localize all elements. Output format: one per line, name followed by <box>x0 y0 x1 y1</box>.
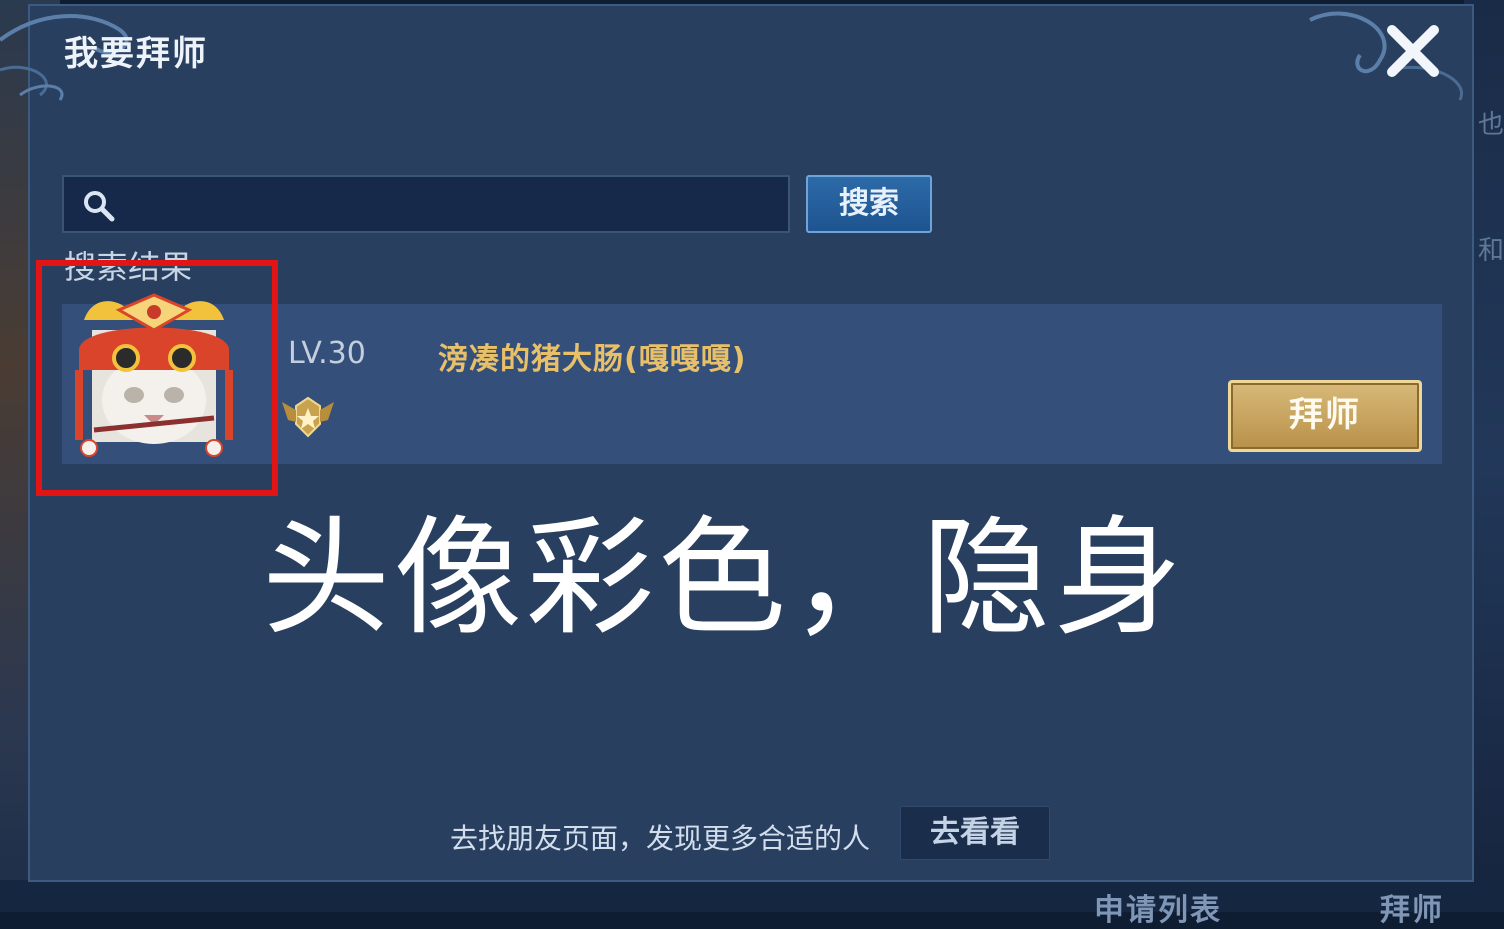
close-button[interactable] <box>1384 22 1442 80</box>
search-input[interactable] <box>128 185 772 225</box>
close-icon <box>1387 25 1439 77</box>
background-text-1: 也 <box>1478 110 1504 140</box>
search-button[interactable]: 搜索 <box>806 175 932 233</box>
avatar-highlight-box <box>36 260 278 496</box>
search-box[interactable] <box>62 175 790 233</box>
player-name[interactable]: 滂凑的猪大肠(嘎嘎嘎) <box>438 334 746 378</box>
player-level: LV.30 <box>288 336 366 371</box>
bottom-tab-apprentice: 拜师 <box>1380 893 1444 928</box>
bottom-strip <box>0 880 1504 912</box>
footer-hint: 去找朋友页面，发现更多合适的人 <box>450 822 871 855</box>
annotation-caption: 头像彩色，隐身 <box>262 504 1187 653</box>
apprentice-button[interactable]: 拜师 <box>1228 380 1422 452</box>
rank-badge-icon <box>282 396 334 438</box>
search-icon <box>84 191 115 222</box>
bottom-tab-apply-list: 申请列表 <box>1094 893 1222 928</box>
go-see-button[interactable]: 去看看 <box>900 806 1050 860</box>
background-text-2: 和 <box>1478 236 1504 266</box>
dialog-title: 我要拜师 <box>64 34 208 74</box>
